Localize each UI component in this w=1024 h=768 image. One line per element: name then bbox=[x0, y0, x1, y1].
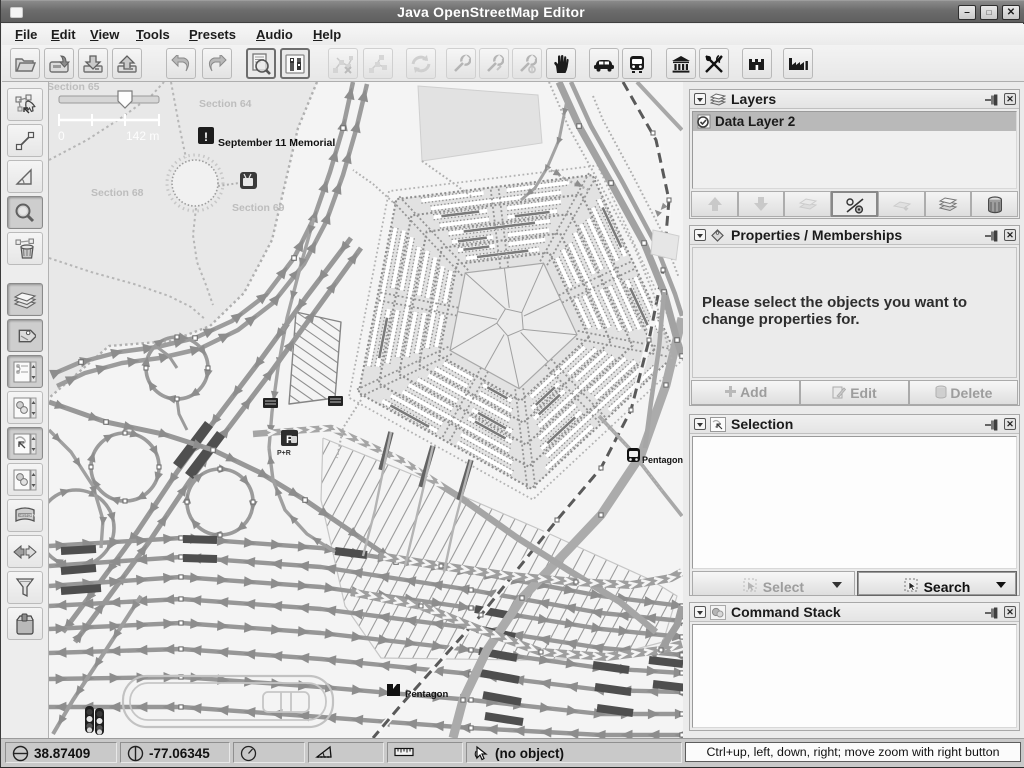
svg-text:Section 64: Section 64 bbox=[199, 98, 252, 110]
svg-text:Pentagon: Pentagon bbox=[642, 455, 683, 465]
svg-text:Section 68: Section 68 bbox=[91, 187, 144, 199]
svg-text:P+R: P+R bbox=[277, 450, 291, 457]
svg-text:0: 0 bbox=[58, 129, 65, 143]
svg-text:!: ! bbox=[204, 130, 208, 144]
svg-text:Section 69: Section 69 bbox=[232, 202, 285, 214]
svg-text:September 11 Memorial: September 11 Memorial bbox=[218, 137, 335, 149]
svg-text:Pentagon: Pentagon bbox=[405, 689, 448, 700]
svg-text:142 m: 142 m bbox=[126, 129, 159, 143]
svg-text:Section 65: Section 65 bbox=[49, 82, 100, 93]
svg-text:HISTORY: HISTORY bbox=[20, 513, 36, 517]
